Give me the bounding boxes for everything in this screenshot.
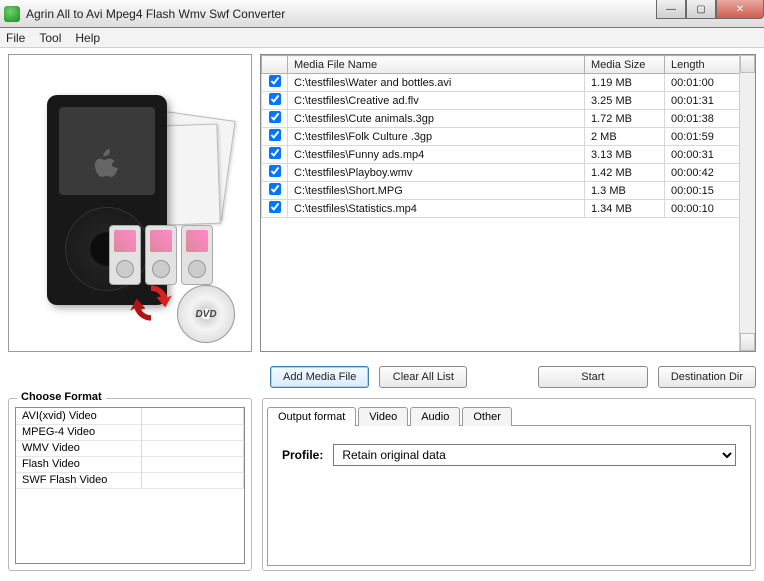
cell-size: 1.19 MB (585, 74, 665, 92)
format-name: WMV Video (16, 440, 141, 456)
col-check[interactable] (262, 56, 288, 74)
cell-size: 3.25 MB (585, 92, 665, 110)
list-item[interactable]: MPEG-4 Video (16, 424, 244, 440)
row-checkbox[interactable] (269, 147, 281, 159)
col-size[interactable]: Media Size (585, 56, 665, 74)
table-row[interactable]: C:\testfiles\Statistics.mp41.34 MB00:00:… (262, 200, 755, 218)
apple-logo-icon (92, 149, 122, 183)
output-settings-group: Output format Video Audio Other Profile:… (262, 398, 756, 571)
row-checkbox[interactable] (269, 165, 281, 177)
start-button[interactable]: Start (538, 366, 648, 388)
cell-name: C:\testfiles\Short.MPG (288, 182, 585, 200)
maximize-button[interactable]: ▢ (686, 0, 716, 19)
menu-tool[interactable]: Tool (39, 31, 61, 45)
row-checkbox[interactable] (269, 201, 281, 213)
mini-players-graphic (109, 225, 213, 285)
tab-audio[interactable]: Audio (410, 407, 460, 426)
row-checkbox[interactable] (269, 93, 281, 105)
row-checkbox[interactable] (269, 183, 281, 195)
cell-size: 1.42 MB (585, 164, 665, 182)
choose-format-group: Choose Format AVI(xvid) VideoMPEG-4 Vide… (8, 398, 252, 571)
format-list[interactable]: AVI(xvid) VideoMPEG-4 VideoWMV VideoFlas… (15, 407, 245, 564)
table-row[interactable]: C:\testfiles\Funny ads.mp43.13 MB00:00:3… (262, 146, 755, 164)
cell-name: C:\testfiles\Cute animals.3gp (288, 110, 585, 128)
titlebar: Agrin All to Avi Mpeg4 Flash Wmv Swf Con… (0, 0, 764, 28)
destination-dir-button[interactable]: Destination Dir (658, 366, 756, 388)
col-name[interactable]: Media File Name (288, 56, 585, 74)
preview-pane: DVD (8, 54, 252, 352)
choose-format-legend: Choose Format (17, 391, 106, 403)
table-row[interactable]: C:\testfiles\Playboy.wmv1.42 MB00:00:42 (262, 164, 755, 182)
cell-size: 1.34 MB (585, 200, 665, 218)
menu-file[interactable]: File (6, 31, 25, 45)
list-item[interactable]: Flash Video (16, 456, 244, 472)
cell-size: 1.72 MB (585, 110, 665, 128)
tab-video[interactable]: Video (358, 407, 408, 426)
list-item[interactable]: SWF Flash Video (16, 472, 244, 488)
app-window: Agrin All to Avi Mpeg4 Flash Wmv Swf Con… (0, 0, 764, 581)
table-row[interactable]: C:\testfiles\Water and bottles.avi1.19 M… (262, 74, 755, 92)
dvd-disc-icon: DVD (177, 285, 235, 343)
vertical-scrollbar[interactable] (739, 55, 755, 351)
table-row[interactable]: C:\testfiles\Creative ad.flv3.25 MB00:01… (262, 92, 755, 110)
format-name: Flash Video (16, 456, 141, 472)
tab-other[interactable]: Other (462, 407, 512, 426)
profile-select[interactable]: Retain original data (333, 444, 736, 466)
cell-name: C:\testfiles\Funny ads.mp4 (288, 146, 585, 164)
format-name: MPEG-4 Video (16, 424, 141, 440)
cell-size: 3.13 MB (585, 146, 665, 164)
profile-label: Profile: (282, 448, 323, 462)
app-icon (4, 6, 20, 22)
cell-size: 2 MB (585, 128, 665, 146)
tab-panel-output: Profile: Retain original data (267, 425, 751, 566)
window-title: Agrin All to Avi Mpeg4 Flash Wmv Swf Con… (26, 7, 760, 21)
format-name: SWF Flash Video (16, 472, 141, 488)
clear-all-button[interactable]: Clear All List (379, 366, 467, 388)
format-name: AVI(xvid) Video (16, 408, 141, 424)
cell-name: C:\testfiles\Playboy.wmv (288, 164, 585, 182)
minimize-button[interactable]: — (656, 0, 686, 19)
add-media-button[interactable]: Add Media File (270, 366, 369, 388)
cell-name: C:\testfiles\Folk Culture .3gp (288, 128, 585, 146)
cell-size: 1.3 MB (585, 182, 665, 200)
menubar: File Tool Help (0, 28, 764, 48)
cell-name: C:\testfiles\Statistics.mp4 (288, 200, 585, 218)
menu-help[interactable]: Help (75, 31, 100, 45)
convert-arrows-icon (129, 281, 173, 325)
table-row[interactable]: C:\testfiles\Folk Culture .3gp2 MB00:01:… (262, 128, 755, 146)
cell-name: C:\testfiles\Water and bottles.avi (288, 74, 585, 92)
tab-output-format[interactable]: Output format (267, 407, 356, 426)
settings-tabs: Output format Video Audio Other (267, 403, 751, 425)
cell-name: C:\testfiles\Creative ad.flv (288, 92, 585, 110)
table-row[interactable]: C:\testfiles\Cute animals.3gp1.72 MB00:0… (262, 110, 755, 128)
row-checkbox[interactable] (269, 111, 281, 123)
table-row[interactable]: C:\testfiles\Short.MPG1.3 MB00:00:15 (262, 182, 755, 200)
row-checkbox[interactable] (269, 75, 281, 87)
file-list: Media File Name Media Size Length C:\tes… (260, 54, 756, 352)
list-item[interactable]: WMV Video (16, 440, 244, 456)
list-item[interactable]: AVI(xvid) Video (16, 408, 244, 424)
close-button[interactable]: ✕ (716, 0, 764, 19)
row-checkbox[interactable] (269, 129, 281, 141)
